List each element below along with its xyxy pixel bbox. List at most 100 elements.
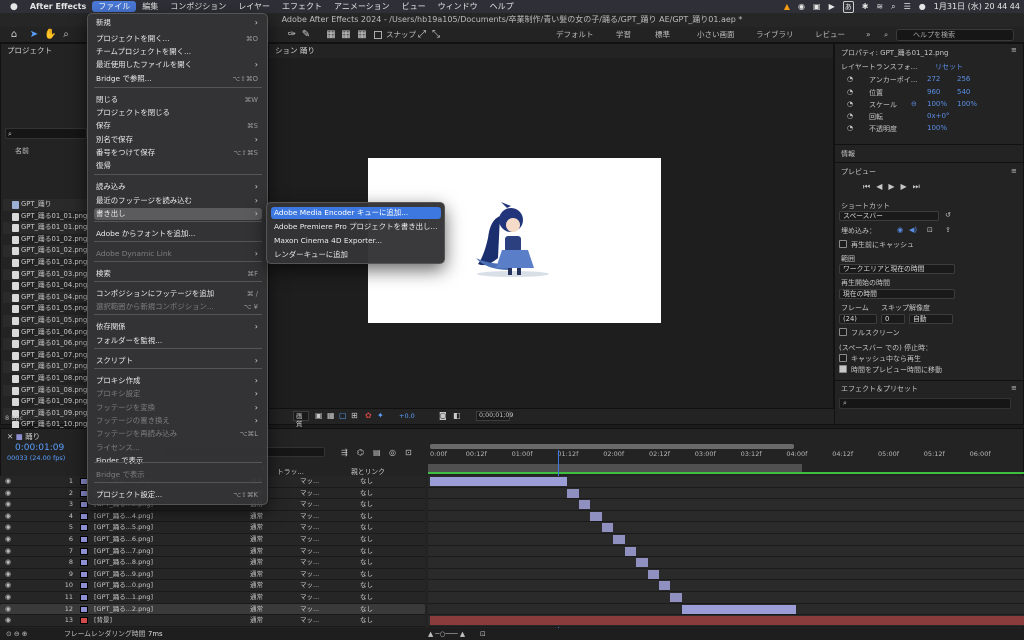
layer-row[interactable]: ◉ 5 [GPT_踊る...5.png] 通常 マッ... なし (0, 522, 425, 534)
region-icon[interactable]: ▣ (315, 411, 323, 420)
layer-parent[interactable]: なし (360, 615, 373, 626)
menu-view[interactable]: ビュー (396, 1, 432, 12)
grid2-icon[interactable]: ▦ (340, 29, 352, 41)
frame-blend-icon[interactable]: ▤ (373, 448, 381, 457)
fullscreen-checkbox[interactable] (839, 328, 847, 336)
visibility-eye-icon[interactable]: ◉ (5, 593, 11, 601)
visibility-eye-icon[interactable]: ◉ (5, 489, 11, 497)
visibility-eye-icon[interactable]: ◉ (5, 617, 11, 624)
layer-parent[interactable]: なし (360, 499, 373, 510)
zoom-tool-icon[interactable]: ⌕ (60, 29, 72, 41)
composition-tab[interactable]: ション 踊り (269, 44, 833, 58)
layer-mode[interactable]: 通常 (250, 592, 263, 603)
visibility-eye-icon[interactable]: ◉ (5, 478, 11, 485)
timeline-tab[interactable]: ✕ ■ 踊り (7, 431, 40, 442)
layer-track[interactable] (428, 533, 1024, 546)
project-item[interactable]: GPT_踊る01_07.png (3, 361, 87, 373)
file-menu-item[interactable]: Adobe Dynamic Link › (94, 248, 262, 260)
file-menu-item[interactable]: プロキシ設定 › (94, 388, 262, 400)
file-menu-item[interactable]: コンポジションにフッテージを追加 ⌘ / (94, 288, 262, 300)
layer-track[interactable] (428, 499, 1024, 511)
layer-trackmatte[interactable]: マッ... (300, 511, 319, 522)
menu-edit[interactable]: 編集 (136, 1, 164, 12)
creative-cloud-icon[interactable]: ◉ (798, 2, 805, 11)
controls-icon[interactable]: ▣ (813, 2, 821, 11)
stopwatch-icon[interactable]: ◔ (847, 100, 853, 108)
project-item[interactable]: GPT_踊る01_08.png (3, 384, 87, 397)
play-icon[interactable]: ▶ (829, 2, 835, 11)
project-item[interactable]: GPT_踊る01_02.png (3, 234, 87, 246)
layer-track[interactable] (428, 476, 1024, 488)
layer-bar[interactable] (613, 534, 625, 544)
project-item[interactable]: GPT_踊る01_07.png (3, 350, 87, 362)
video-toggle-icon[interactable]: ◉ (897, 226, 903, 234)
file-menu-item[interactable]: フォルダーを監視... (94, 335, 262, 347)
file-menu-item[interactable]: プロジェクト設定... ⌥⇧⌘K (94, 489, 262, 501)
menu-effect[interactable]: エフェクト (276, 1, 328, 12)
search-help-field[interactable]: ヘルプを検索 (896, 29, 1014, 41)
stopwatch-icon[interactable]: ◔ (847, 124, 853, 132)
layer-mode[interactable]: 通常 (250, 604, 263, 615)
hand-tool-icon[interactable]: ✋ (44, 29, 56, 41)
layer-parent[interactable]: なし (360, 557, 373, 568)
transform-section[interactable]: レイヤートランスフォ... (841, 62, 917, 72)
mask-view-icon[interactable]: ▢ (339, 411, 347, 420)
layer-mode[interactable]: 通常 (250, 546, 263, 557)
project-item[interactable]: GPT_踊る01_08.png (3, 373, 87, 385)
overlay-toggle-icon[interactable]: ⊡ (927, 226, 933, 234)
layer-parent[interactable]: なし (360, 511, 373, 522)
layer-bar[interactable] (681, 604, 797, 614)
export-submenu-item[interactable]: Adobe Media Encoder キューに追加... (271, 207, 441, 219)
effects-menu-icon[interactable]: ≡ (1011, 384, 1017, 392)
search-help-icon[interactable]: ⌕ (884, 27, 888, 43)
export-submenu-item[interactable]: Adobe Premiere Pro プロジェクトを書き出し... (271, 221, 441, 233)
audio-toggle-icon[interactable]: ◀) (909, 226, 917, 234)
layer-track[interactable] (428, 510, 1024, 523)
layer-parent[interactable]: なし (360, 522, 373, 533)
scale-y[interactable]: 100% (957, 100, 977, 108)
guides-icon[interactable]: ⊞ (351, 411, 358, 420)
visibility-eye-icon[interactable]: ◉ (5, 559, 11, 566)
range-select[interactable]: ワークエリアと現在の時間 (839, 264, 955, 274)
layer-mode[interactable]: 通常 (250, 557, 263, 568)
file-menu-item[interactable]: フッテージの置き換え › (94, 415, 262, 427)
anchor-x[interactable]: 272 (927, 75, 940, 83)
comp-timecode[interactable]: 0;00;01;09 (476, 411, 513, 421)
cache-playing-checkbox[interactable] (839, 354, 847, 362)
file-menu-item[interactable]: 復帰 (94, 160, 262, 172)
file-menu-item[interactable]: チームプロジェクトを開く... (94, 46, 262, 58)
layer-row[interactable]: ◉ 6 [GPT_踊る...6.png] 通常 マッ... なし (0, 533, 425, 546)
effects-title[interactable]: エフェクト＆プリセット (841, 384, 918, 394)
visibility-eye-icon[interactable]: ◉ (5, 547, 11, 555)
preview-menu-icon[interactable]: ≡ (1011, 167, 1017, 175)
export-submenu-item[interactable]: Maxon Cinema 4D Exporter... (271, 235, 441, 247)
layer-bar[interactable] (659, 581, 671, 591)
layer-mode[interactable]: 通常 (250, 522, 263, 533)
layer-row[interactable]: ◉ 8 [GPT_踊る...8.png] 通常 マッ... なし (0, 557, 425, 569)
stopwatch-icon[interactable]: ◔ (847, 88, 853, 96)
layer-track[interactable] (428, 557, 1024, 569)
file-menu-item[interactable]: Finder で表示 (94, 455, 262, 467)
workspace-review[interactable]: レビュー (815, 27, 845, 43)
layer-bar[interactable] (567, 488, 579, 498)
file-menu-item[interactable]: 番号をつけて保存 ⌥⇧⌘S (94, 147, 262, 159)
layer-bar[interactable] (647, 569, 659, 579)
file-menu-item[interactable]: フッテージを再読み込み ⌥⌘L (94, 428, 262, 440)
layer-trackmatte[interactable]: マッ... (300, 488, 319, 499)
project-panel-title[interactable]: プロジェクト (1, 44, 87, 58)
file-menu-item[interactable]: 書き出し › (94, 208, 262, 220)
layer-bar[interactable] (430, 477, 568, 486)
layer-trackmatte[interactable]: マッ... (300, 580, 319, 591)
reset-link[interactable]: リセット (935, 62, 963, 72)
layer-parent[interactable]: なし (360, 580, 373, 591)
layer-row[interactable]: ◉ 10 [GPT_踊る...0.png] 通常 マッ... なし (0, 580, 425, 592)
exposure-value[interactable]: +0.0 (399, 412, 415, 420)
rotation-value[interactable]: 0x+0° (927, 112, 949, 120)
layer-track[interactable] (428, 487, 1024, 500)
workspace-standard[interactable]: 標準 (655, 27, 670, 43)
project-item[interactable]: GPT_踊る01_06.png (3, 327, 87, 339)
position-x[interactable]: 960 (927, 88, 940, 96)
project-item[interactable]: GPT_踊る01_04.png (3, 280, 87, 292)
input-source-indicator[interactable]: あ (842, 0, 854, 13)
file-menu-item[interactable]: プロジェクトを開く... ⌘O (94, 33, 262, 45)
